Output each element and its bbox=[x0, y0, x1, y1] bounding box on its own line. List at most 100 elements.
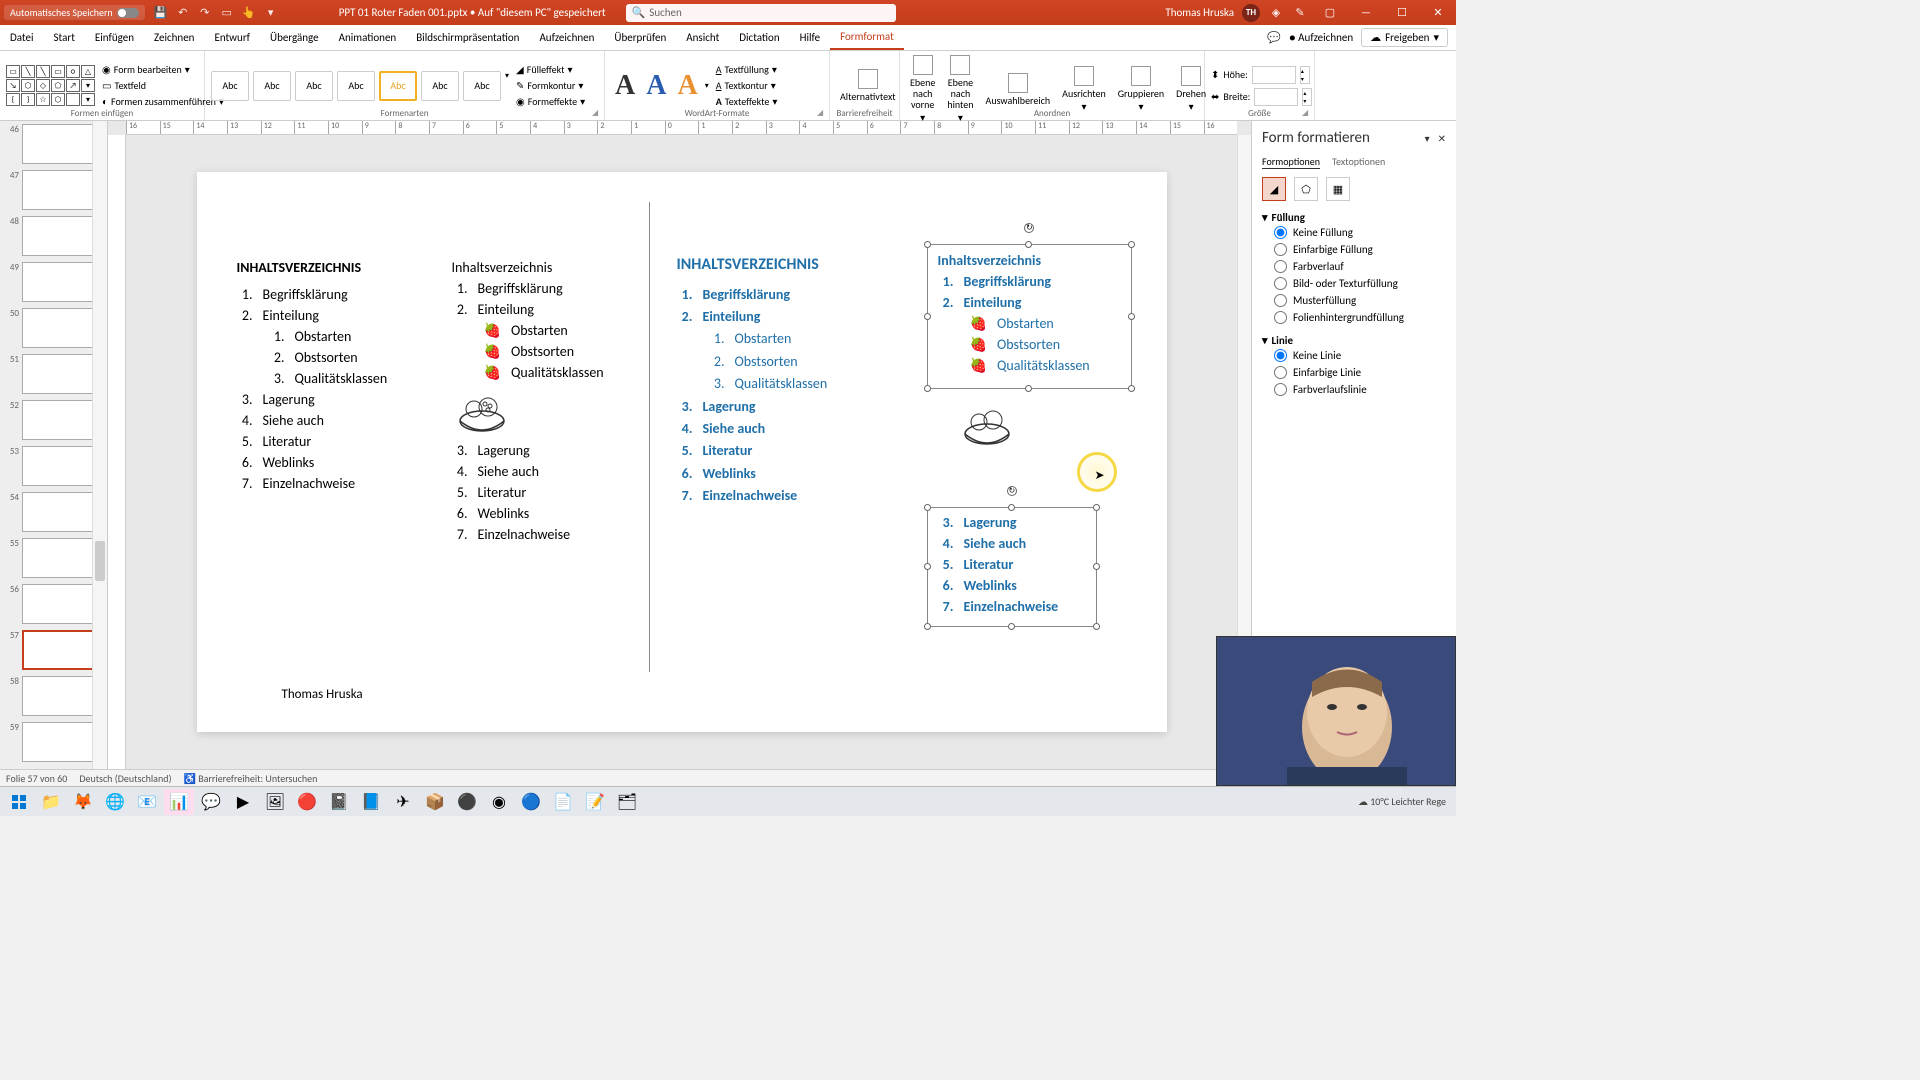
slide[interactable]: INHALTSVERZEICHNIS 1.Begriffsklärung 2.E… bbox=[197, 172, 1167, 732]
vscode-icon[interactable]: 📘 bbox=[356, 789, 386, 815]
qat-more-icon[interactable]: ▾ bbox=[263, 5, 279, 21]
selected-shape-2[interactable]: 3.Lagerung 4.Siehe auch 5.Literatur 6.We… bbox=[927, 507, 1097, 627]
search-box[interactable]: 🔍 Suchen bbox=[626, 4, 896, 22]
redo-icon[interactable]: ↷ bbox=[197, 5, 213, 21]
minimize-button[interactable]: — bbox=[1352, 0, 1380, 25]
tab-formformat[interactable]: Formformat bbox=[830, 25, 904, 50]
thumbnail-scrollbar[interactable] bbox=[92, 121, 107, 769]
toc-black-2[interactable]: Inhaltsverzeichnis 1.Begriffsklärung 2.E… bbox=[452, 257, 642, 545]
height-input[interactable] bbox=[1252, 66, 1296, 84]
fill-option[interactable]: Folienhintergrundfüllung bbox=[1262, 309, 1446, 326]
shape-gallery[interactable]: ▭╲╲▭○△ ↘⬡◇⬠↗▾ {}☆⬡▾ bbox=[6, 65, 95, 106]
vlc-icon[interactable]: ▶ bbox=[228, 789, 258, 815]
tab-start[interactable]: Start bbox=[44, 25, 85, 50]
alttext-button[interactable]: Alternativtext bbox=[836, 67, 900, 104]
thumbnail-51[interactable]: 51 bbox=[0, 351, 107, 397]
selection-pane-button[interactable]: Auswahlbereich bbox=[982, 71, 1055, 108]
fill-header[interactable]: ▾Füllung bbox=[1262, 211, 1446, 224]
telegram-icon[interactable]: ✈ bbox=[388, 789, 418, 815]
onenote-icon[interactable]: 📓 bbox=[324, 789, 354, 815]
thumbnail-56[interactable]: 56 bbox=[0, 581, 107, 627]
share-button[interactable]: ☁ Freigeben ▾ bbox=[1361, 28, 1448, 47]
undo-icon[interactable]: ↶ bbox=[175, 5, 191, 21]
app-icon[interactable]: 📄 bbox=[548, 789, 578, 815]
fill-option[interactable]: Farbverlauf bbox=[1262, 258, 1446, 275]
chrome-icon[interactable]: 🌐 bbox=[100, 789, 130, 815]
outlook-icon[interactable]: 📧 bbox=[132, 789, 162, 815]
shape-fill-button[interactable]: ◢ Fülleffekt ▾ bbox=[513, 62, 588, 77]
comments-icon[interactable]: 💬 bbox=[1267, 31, 1281, 44]
wordart-gallery[interactable]: A A A ▾ bbox=[611, 70, 709, 102]
weather-widget[interactable]: ☁ 10°C Leichter Rege bbox=[1358, 795, 1446, 808]
pen-icon[interactable]: ✎ bbox=[1292, 5, 1308, 21]
fill-option[interactable]: Keine Füllung bbox=[1262, 224, 1446, 241]
group-button[interactable]: Gruppieren▾ bbox=[1114, 64, 1168, 114]
close-button[interactable]: ✕ bbox=[1424, 0, 1452, 25]
line-header[interactable]: ▾Linie bbox=[1262, 334, 1446, 347]
toc-blue[interactable]: INHALTSVERZEICHNIS 1.Begriffsklärung 2.E… bbox=[677, 252, 867, 508]
thumbnail-48[interactable]: 48 bbox=[0, 213, 107, 259]
tab-textoptionen[interactable]: Textoptionen bbox=[1332, 155, 1385, 169]
word-icon[interactable]: 📝 bbox=[580, 789, 610, 815]
text-outline-button[interactable]: A Textkontur ▾ bbox=[713, 78, 781, 93]
tab-hilfe[interactable]: Hilfe bbox=[790, 25, 830, 50]
shape-effects-button[interactable]: ◉ Formeffekte ▾ bbox=[513, 94, 588, 109]
language[interactable]: Deutsch (Deutschland) bbox=[79, 772, 171, 785]
save-icon[interactable]: 💾 bbox=[153, 5, 169, 21]
preview-icon[interactable]: ▭ bbox=[219, 5, 235, 21]
app-icon[interactable]: ◉ bbox=[484, 789, 514, 815]
gallery-more-icon[interactable]: ▾ bbox=[705, 81, 709, 91]
tab-uebergaenge[interactable]: Übergänge bbox=[260, 25, 329, 50]
tab-aufzeichnen[interactable]: Aufzeichnen bbox=[529, 25, 604, 50]
photos-icon[interactable]: 🖼 bbox=[260, 789, 290, 815]
dialog-launcher-icon[interactable]: ◢ bbox=[592, 108, 602, 118]
width-input[interactable] bbox=[1254, 88, 1298, 106]
app-icon[interactable]: 💬 bbox=[196, 789, 226, 815]
thumbnail-53[interactable]: 53 bbox=[0, 443, 107, 489]
line-option[interactable]: Einfarbige Linie bbox=[1262, 364, 1446, 381]
record-button[interactable]: ● Aufzeichnen bbox=[1289, 31, 1353, 44]
line-option[interactable]: Keine Linie bbox=[1262, 347, 1446, 364]
align-button[interactable]: Ausrichten▾ bbox=[1058, 64, 1110, 114]
pane-options-icon[interactable]: ▾ bbox=[1425, 132, 1430, 145]
tab-bildschirmpraesentation[interactable]: Bildschirmpräsentation bbox=[406, 25, 529, 50]
autosave-toggle[interactable]: Automatisches Speichern bbox=[4, 5, 145, 20]
fill-line-icon[interactable]: ◢ bbox=[1262, 177, 1286, 201]
powerpoint-icon[interactable]: 📊 bbox=[164, 789, 194, 815]
thumbnail-52[interactable]: 52 bbox=[0, 397, 107, 443]
thumbnail-54[interactable]: 54 bbox=[0, 489, 107, 535]
rotate-handle[interactable] bbox=[1024, 223, 1034, 233]
accessibility-check[interactable]: ♿ Barrierefreiheit: Untersuchen bbox=[183, 772, 317, 785]
tab-einfuegen[interactable]: Einfügen bbox=[85, 25, 144, 50]
tab-datei[interactable]: Datei bbox=[0, 25, 44, 50]
line-option[interactable]: Farbverlaufslinie bbox=[1262, 381, 1446, 398]
slide-count[interactable]: Folie 57 von 60 bbox=[6, 772, 67, 785]
touch-icon[interactable]: 👆 bbox=[241, 5, 257, 21]
thumbnail-57[interactable]: 57 bbox=[0, 627, 107, 673]
dialog-launcher-icon[interactable]: ◢ bbox=[817, 108, 827, 118]
thumbnail-47[interactable]: 47 bbox=[0, 167, 107, 213]
width-spinner[interactable]: ▴▾ bbox=[1302, 88, 1312, 106]
rotate-handle[interactable] bbox=[1007, 486, 1017, 496]
fill-option[interactable]: Musterfüllung bbox=[1262, 292, 1446, 309]
tab-formoptionen[interactable]: Formoptionen bbox=[1262, 155, 1320, 169]
dialog-launcher-icon[interactable]: ◢ bbox=[1302, 108, 1312, 118]
tab-dictation[interactable]: Dictation bbox=[729, 25, 789, 50]
start-button[interactable] bbox=[4, 789, 34, 815]
shape-outline-button[interactable]: ✎ Formkontur ▾ bbox=[513, 78, 588, 93]
pane-close-icon[interactable]: ✕ bbox=[1438, 132, 1446, 145]
toggle-switch[interactable] bbox=[117, 8, 139, 18]
app-icon[interactable]: 📦 bbox=[420, 789, 450, 815]
thumbnail-50[interactable]: 50 bbox=[0, 305, 107, 351]
text-effects-button[interactable]: A Texteffekte ▾ bbox=[713, 94, 781, 109]
app-icon[interactable]: 🔴 bbox=[292, 789, 322, 815]
gallery-more-icon[interactable]: ▾ bbox=[505, 71, 509, 101]
tab-zeichnen[interactable]: Zeichnen bbox=[144, 25, 204, 50]
user-avatar[interactable]: TH bbox=[1242, 4, 1260, 22]
shape-style-gallery[interactable]: Abc Abc Abc Abc Abc Abc Abc ▾ bbox=[211, 71, 509, 101]
fill-option[interactable]: Einfarbige Füllung bbox=[1262, 241, 1446, 258]
size-props-icon[interactable]: ▦ bbox=[1326, 177, 1350, 201]
toc-black-1[interactable]: INHALTSVERZEICHNIS 1.Begriffsklärung 2.E… bbox=[237, 257, 437, 494]
thumbnail-46[interactable]: 46 bbox=[0, 121, 107, 167]
user-name[interactable]: Thomas Hruska bbox=[1165, 6, 1234, 19]
